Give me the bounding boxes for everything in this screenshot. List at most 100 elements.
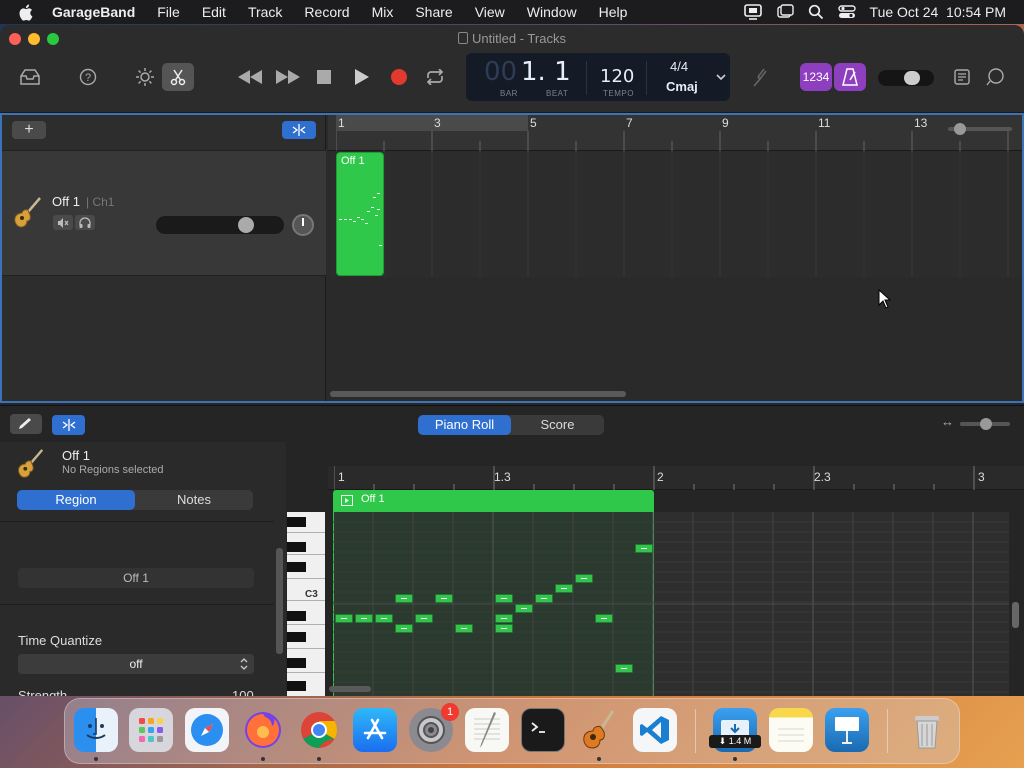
piano-roll-grid[interactable] (333, 512, 1009, 696)
dock-vscode[interactable] (633, 708, 677, 752)
track-lane[interactable]: Off 1 (330, 151, 1022, 277)
midi-note[interactable] (395, 624, 413, 633)
track-header-off-1[interactable]: Off 1 | Ch1 (2, 150, 326, 276)
spotlight-search-icon[interactable] (808, 4, 824, 20)
control-center-icon[interactable] (837, 4, 856, 20)
dock-terminal[interactable] (521, 708, 565, 752)
dock-garageband[interactable] (577, 708, 621, 752)
menu-view[interactable]: View (475, 4, 505, 20)
dock-notes[interactable] (769, 708, 813, 752)
black-key[interactable] (287, 658, 306, 668)
track-name[interactable]: Off 1 (52, 194, 80, 209)
menu-window[interactable]: Window (527, 4, 577, 20)
dock-firefox[interactable] (241, 708, 285, 752)
window-switcher-icon[interactable] (776, 4, 794, 20)
menu-record[interactable]: Record (304, 4, 349, 20)
tuner-button[interactable] (746, 63, 774, 91)
editor-catch-button[interactable] (52, 415, 85, 435)
dock-launchpad[interactable] (129, 708, 173, 752)
black-key[interactable] (287, 562, 306, 572)
menu-mix[interactable]: Mix (372, 4, 394, 20)
piano-roll-ruler[interactable]: 1 1.3 2 2.3 3 (328, 466, 1024, 490)
dock-trash[interactable] (905, 708, 949, 752)
midi-note[interactable] (515, 604, 533, 613)
menu-share[interactable]: Share (415, 4, 452, 20)
menu-edit[interactable]: Edit (202, 4, 226, 20)
count-in-button[interactable]: 1234 (800, 63, 832, 91)
midi-note[interactable] (535, 594, 553, 603)
apple-menu-icon[interactable] (18, 4, 36, 21)
dock-chrome[interactable] (297, 708, 341, 752)
midi-note[interactable] (355, 614, 373, 623)
zoom-knob[interactable] (954, 123, 966, 135)
smart-controls-button[interactable] (131, 63, 159, 91)
black-key[interactable] (287, 542, 306, 552)
cycle-button[interactable] (421, 63, 449, 91)
midi-note[interactable] (435, 594, 453, 603)
midi-note[interactable] (495, 594, 513, 603)
solo-button[interactable] (75, 215, 95, 230)
menu-garageband[interactable]: GarageBand (52, 4, 135, 20)
lcd-display[interactable]: 00 1. 1 BAR BEAT 120 TEMPO 4/4 Cmaj (466, 53, 730, 101)
stop-button[interactable] (310, 63, 338, 91)
midi-note[interactable] (495, 614, 513, 623)
editor-zoom-knob[interactable] (980, 418, 992, 430)
track-volume-slider[interactable] (156, 216, 284, 234)
dock-finder[interactable] (74, 708, 118, 752)
piano-region-header[interactable]: Off 1 (333, 490, 654, 512)
black-key[interactable] (287, 611, 306, 621)
inspector-scrollbar[interactable] (276, 548, 283, 654)
time-quantize-select[interactable]: off (18, 654, 254, 674)
editor-tool-button[interactable] (10, 414, 42, 434)
menu-help[interactable]: Help (599, 4, 628, 20)
zoom-slider[interactable] (948, 123, 1012, 135)
mute-button[interactable] (53, 215, 73, 230)
midi-note[interactable] (635, 544, 653, 553)
tab-score[interactable]: Score (511, 415, 604, 435)
play-button[interactable] (348, 63, 376, 91)
notepad-button[interactable] (948, 63, 976, 91)
black-key[interactable] (287, 681, 306, 691)
tab-notes[interactable]: Notes (135, 490, 253, 510)
editors-button[interactable] (162, 63, 194, 91)
region-name-field[interactable]: Off 1 (18, 568, 254, 588)
midi-note[interactable] (555, 584, 573, 593)
midi-note[interactable] (395, 594, 413, 603)
screen-mirror-icon[interactable] (743, 4, 762, 20)
midi-note[interactable] (375, 614, 393, 623)
midi-note[interactable] (615, 664, 633, 673)
piano-roll-horizontal-scrollbar[interactable] (329, 686, 371, 692)
midi-note[interactable] (595, 614, 613, 623)
cycle-area-bar[interactable] (336, 115, 528, 131)
dock-keynote[interactable] (825, 708, 869, 752)
midi-note[interactable] (415, 614, 433, 623)
record-button[interactable] (385, 63, 413, 91)
fast-forward-button[interactable] (274, 63, 302, 91)
dock-safari[interactable] (185, 708, 229, 752)
rewind-button[interactable] (236, 63, 264, 91)
editor-zoom-slider[interactable] (960, 418, 1010, 430)
master-volume-slider[interactable] (878, 70, 934, 86)
midi-note[interactable] (455, 624, 473, 633)
dock-app-store[interactable] (353, 708, 397, 752)
dock-textedit[interactable] (465, 708, 509, 752)
menu-track[interactable]: Track (248, 4, 282, 20)
metronome-button[interactable] (834, 63, 866, 91)
black-key[interactable] (287, 632, 306, 642)
catch-playhead-button[interactable] (282, 121, 316, 139)
midi-note[interactable] (335, 614, 353, 623)
tab-region[interactable]: Region (17, 490, 135, 510)
black-key[interactable] (287, 517, 306, 527)
tab-piano-roll[interactable]: Piano Roll (418, 415, 511, 435)
midi-note[interactable] (575, 574, 593, 583)
piano-keyboard[interactable]: C3 (287, 512, 325, 696)
library-button[interactable] (16, 63, 44, 91)
menu-file[interactable]: File (157, 4, 180, 20)
track-pan-knob[interactable] (292, 214, 314, 236)
menubar-clock[interactable]: Tue Oct 24 10:54 PM (870, 4, 1006, 20)
piano-roll-vertical-scrollbar[interactable] (1012, 602, 1019, 628)
add-track-button[interactable]: + (12, 121, 46, 139)
volume-knob[interactable] (904, 71, 920, 85)
midi-note[interactable] (495, 624, 513, 633)
tracks-ruler[interactable]: 1 3 5 7 9 11 13 (328, 115, 1022, 151)
